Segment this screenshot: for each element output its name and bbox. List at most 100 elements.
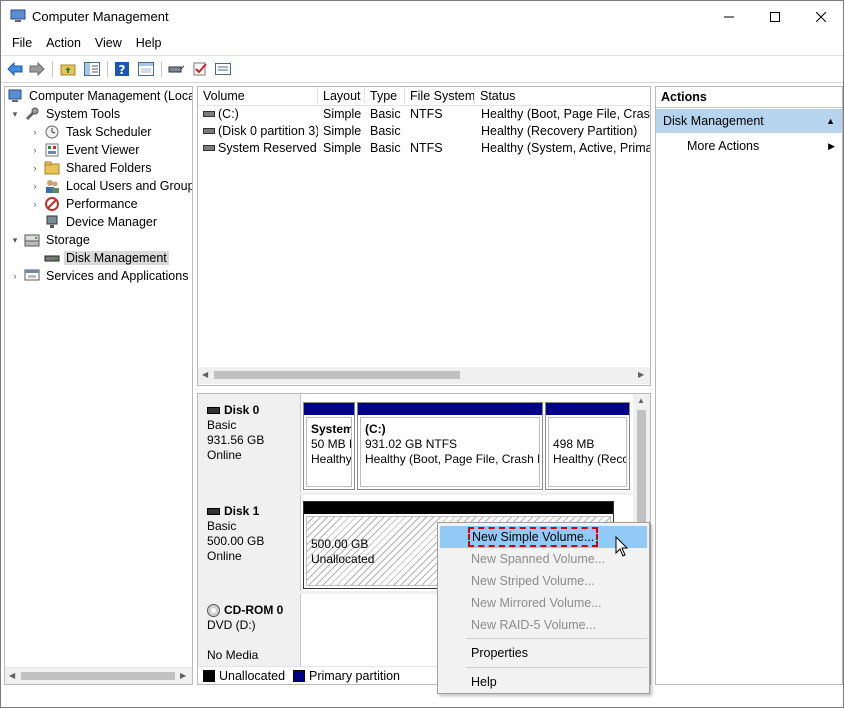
cell-file-system: NTFS	[410, 107, 443, 121]
more-actions[interactable]: More Actions ▶	[656, 135, 842, 157]
partition-size: 931.02 GB NTFS	[365, 437, 458, 451]
tree-item-storage[interactable]: ▾ Storage	[9, 231, 92, 249]
volume-list-horizontal-scrollbar[interactable]: ◀ ▶	[198, 367, 650, 384]
expand-icon[interactable]: ›	[29, 162, 41, 174]
list-icon[interactable]	[214, 60, 232, 78]
menu-help-item[interactable]: Help	[440, 671, 647, 693]
expand-icon[interactable]: ›	[9, 270, 21, 282]
show-hide-tree-icon[interactable]	[83, 60, 101, 78]
up-folder-icon[interactable]	[59, 60, 77, 78]
forward-arrow-icon[interactable]	[28, 60, 46, 78]
more-actions-label: More Actions	[687, 139, 760, 153]
disk-0-label[interactable]: Disk 0 Basic 931.56 GB Online	[198, 394, 301, 492]
scroll-left-icon[interactable]: ◀	[202, 370, 208, 379]
menu-file[interactable]: File	[5, 32, 39, 54]
tree-item-task-scheduler[interactable]: › Task Scheduler	[29, 123, 153, 141]
cell-layout: Simple	[323, 124, 362, 138]
disk-name: CD-ROM 0	[224, 603, 284, 617]
partition-recovery[interactable]: 498 MB Healthy (Reco	[545, 402, 630, 490]
expand-icon[interactable]: ›	[29, 126, 41, 138]
tree-item-label: Local Users and Groups	[66, 179, 193, 193]
partition-title	[553, 422, 626, 437]
menu-action[interactable]: Action	[39, 32, 88, 54]
legend-primary: Primary partition	[309, 668, 401, 683]
computer-management-icon	[10, 9, 26, 23]
expand-icon[interactable]: ›	[29, 180, 41, 192]
scrollbar-thumb[interactable]	[21, 672, 175, 680]
tree-item-services-applications[interactable]: › Services and Applications	[9, 267, 190, 285]
collapse-up-icon[interactable]: ▲	[826, 109, 835, 133]
cell-layout: Simple	[323, 141, 362, 155]
partition-size: 50 MB N	[311, 437, 351, 451]
table-row[interactable]: (Disk 0 partition 3) Simple Basic Health…	[198, 123, 650, 140]
tree-item-system-tools[interactable]: ▾ System Tools	[9, 105, 122, 123]
column-type[interactable]: Type	[365, 87, 405, 106]
expand-icon[interactable]: ›	[29, 144, 41, 156]
disk-name: Disk 0	[224, 403, 260, 417]
check-icon[interactable]	[191, 60, 209, 78]
tree-item-device-manager[interactable]: Device Manager	[29, 213, 159, 231]
collapse-icon[interactable]: ▾	[9, 234, 21, 246]
volume-list: Volume Layout Type File System Status (C…	[197, 86, 651, 386]
disk-0-partitions: System 50 MB N Healthy (C:) 931.02 GB NT…	[301, 394, 633, 492]
menu-item-label: New RAID-5 Volume...	[471, 618, 597, 632]
close-icon[interactable]	[798, 1, 843, 32]
scrollbar-thumb[interactable]	[637, 410, 646, 530]
menu-properties[interactable]: Properties	[440, 642, 647, 664]
disk-1-label[interactable]: Disk 1 Basic 500.00 GB Online	[198, 495, 301, 591]
column-layout[interactable]: Layout	[318, 87, 365, 106]
cell-volume: (Disk 0 partition 3)	[218, 124, 318, 138]
scroll-right-icon[interactable]: ▶	[638, 370, 644, 379]
unallocated-swatch	[203, 669, 215, 682]
partition-system-reserved[interactable]: System 50 MB N Healthy	[303, 402, 355, 490]
tree-item-shared-folders[interactable]: › Shared Folders	[29, 159, 153, 177]
table-row[interactable]: System Reserved Simple Basic NTFS Health…	[198, 140, 650, 157]
back-arrow-icon[interactable]	[6, 60, 24, 78]
actions-pane: Actions Disk Management ▲ More Actions ▶	[655, 86, 843, 685]
expand-icon[interactable]: ›	[29, 198, 41, 210]
tree-item-root[interactable]: Computer Management (Local	[7, 87, 192, 105]
scroll-left-icon[interactable]: ◀	[9, 671, 15, 680]
tree-item-event-viewer[interactable]: › Event Viewer	[29, 141, 141, 159]
tree-item-performance[interactable]: › Performance	[29, 195, 140, 213]
scroll-up-icon[interactable]: ▲	[637, 396, 645, 405]
table-row[interactable]: (C:) Simple Basic NTFS Healthy (Boot, Pa…	[198, 106, 650, 123]
column-file-system[interactable]: File System	[405, 87, 475, 106]
tree-horizontal-scrollbar[interactable]: ◀ ▶	[5, 667, 192, 684]
disk-type: Basic	[207, 418, 237, 432]
minimize-icon[interactable]	[706, 1, 752, 32]
menu-help[interactable]: Help	[129, 32, 169, 54]
tree-item-disk-management[interactable]: Disk Management	[29, 249, 169, 267]
cell-volume: System Reserved	[218, 141, 317, 155]
help-icon[interactable]: ?	[113, 60, 131, 78]
performance-icon	[44, 196, 60, 212]
collapse-icon[interactable]: ▾	[9, 108, 21, 120]
volume-list-header: Volume Layout Type File System Status	[198, 87, 650, 106]
tree-item-label: Performance	[66, 197, 138, 211]
scrollbar-thumb[interactable]	[214, 371, 460, 379]
menu-item-label: New Mirrored Volume...	[471, 596, 602, 610]
computer-icon	[7, 88, 23, 104]
cell-status: Healthy (Recovery Partition)	[481, 124, 638, 138]
connect-icon[interactable]	[167, 60, 185, 78]
menu-item-label: New Spanned Volume...	[471, 552, 606, 566]
event-viewer-icon	[44, 142, 60, 158]
column-volume[interactable]: Volume	[198, 87, 318, 106]
cdrom-0-label[interactable]: CD-ROM 0 DVD (D:) No Media	[198, 594, 301, 666]
partition-status: Healthy (Reco	[553, 452, 627, 466]
tree-item-local-users[interactable]: › Local Users and Groups	[29, 177, 193, 195]
properties-pane-icon[interactable]	[137, 60, 155, 78]
title-bar[interactable]: Computer Management	[1, 1, 843, 32]
scroll-right-icon[interactable]: ▶	[180, 671, 186, 680]
partition-c[interactable]: (C:) 931.02 GB NTFS Healthy (Boot, Page …	[357, 402, 543, 490]
tree-item-label: Services and Applications	[46, 269, 189, 283]
users-icon	[44, 178, 60, 194]
menu-view[interactable]: View	[88, 32, 129, 54]
maximize-icon[interactable]	[752, 1, 798, 32]
column-status[interactable]: Status	[475, 87, 650, 106]
actions-section-disk-management[interactable]: Disk Management ▲	[656, 109, 842, 133]
legend-unallocated: Unallocated	[219, 668, 286, 683]
disk-management-icon	[44, 250, 60, 266]
